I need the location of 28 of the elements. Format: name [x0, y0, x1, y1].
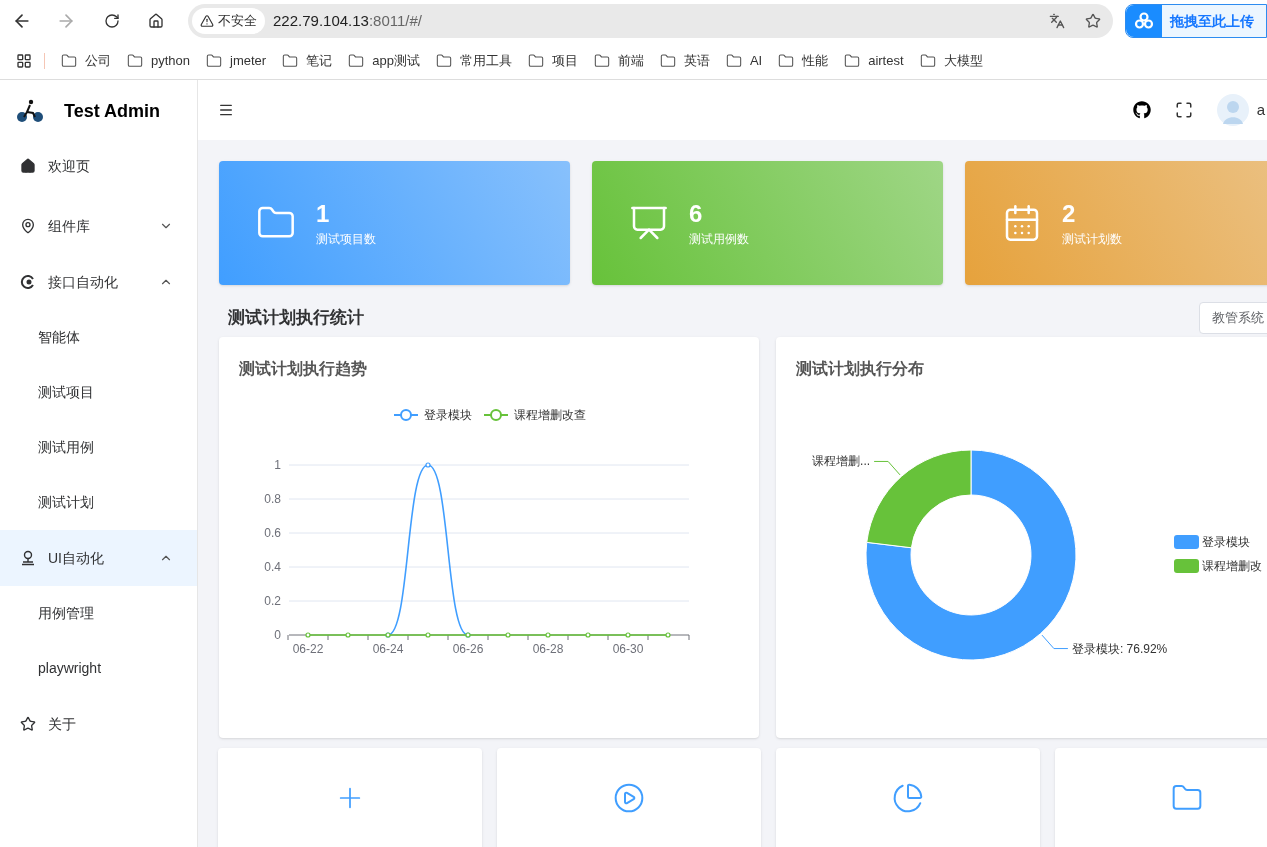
axis-label: 06-28 — [532, 642, 564, 656]
stat-value: 6 — [689, 199, 704, 229]
axis-label: 1 — [274, 458, 281, 472]
axis-label: 06-26 — [452, 642, 484, 656]
axis-label: 0.4 — [264, 560, 281, 574]
chart-title: 测试计划执行趋势 — [238, 359, 368, 379]
legend-label: 登录模块 — [424, 408, 472, 422]
url-text: 222.79.104.13:8011/#/ — [273, 10, 423, 31]
chart-title: 测试计划执行分布 — [795, 359, 925, 379]
legend-label: 课程增删改查 — [514, 408, 586, 422]
axis-label: 0.6 — [264, 526, 281, 540]
section-title: 测试计划执行统计 — [228, 307, 365, 330]
stat-label: 测试项目数 — [316, 231, 376, 248]
stat-label: 测试计划数 — [1062, 231, 1122, 248]
stat-value: 1 — [316, 199, 331, 229]
axis-label: 0 — [274, 628, 281, 642]
axis-label: 06-30 — [612, 642, 644, 656]
slice-label: 登录模块: 76.92% — [1071, 641, 1168, 656]
stat-label: 测试用例数 — [689, 231, 749, 248]
legend-label: 课程增删改 — [1202, 559, 1262, 573]
stat-value: 2 — [1062, 199, 1077, 229]
brand-title: Test Admin — [64, 99, 160, 123]
axis-label: 0.2 — [264, 594, 281, 608]
slice-label: 课程增删... — [812, 454, 871, 469]
legend-label: 登录模块 — [1202, 535, 1250, 549]
axis-label: 0.8 — [264, 492, 281, 506]
axis-label: 06-24 — [372, 642, 404, 656]
axis-label: 06-22 — [292, 642, 324, 656]
